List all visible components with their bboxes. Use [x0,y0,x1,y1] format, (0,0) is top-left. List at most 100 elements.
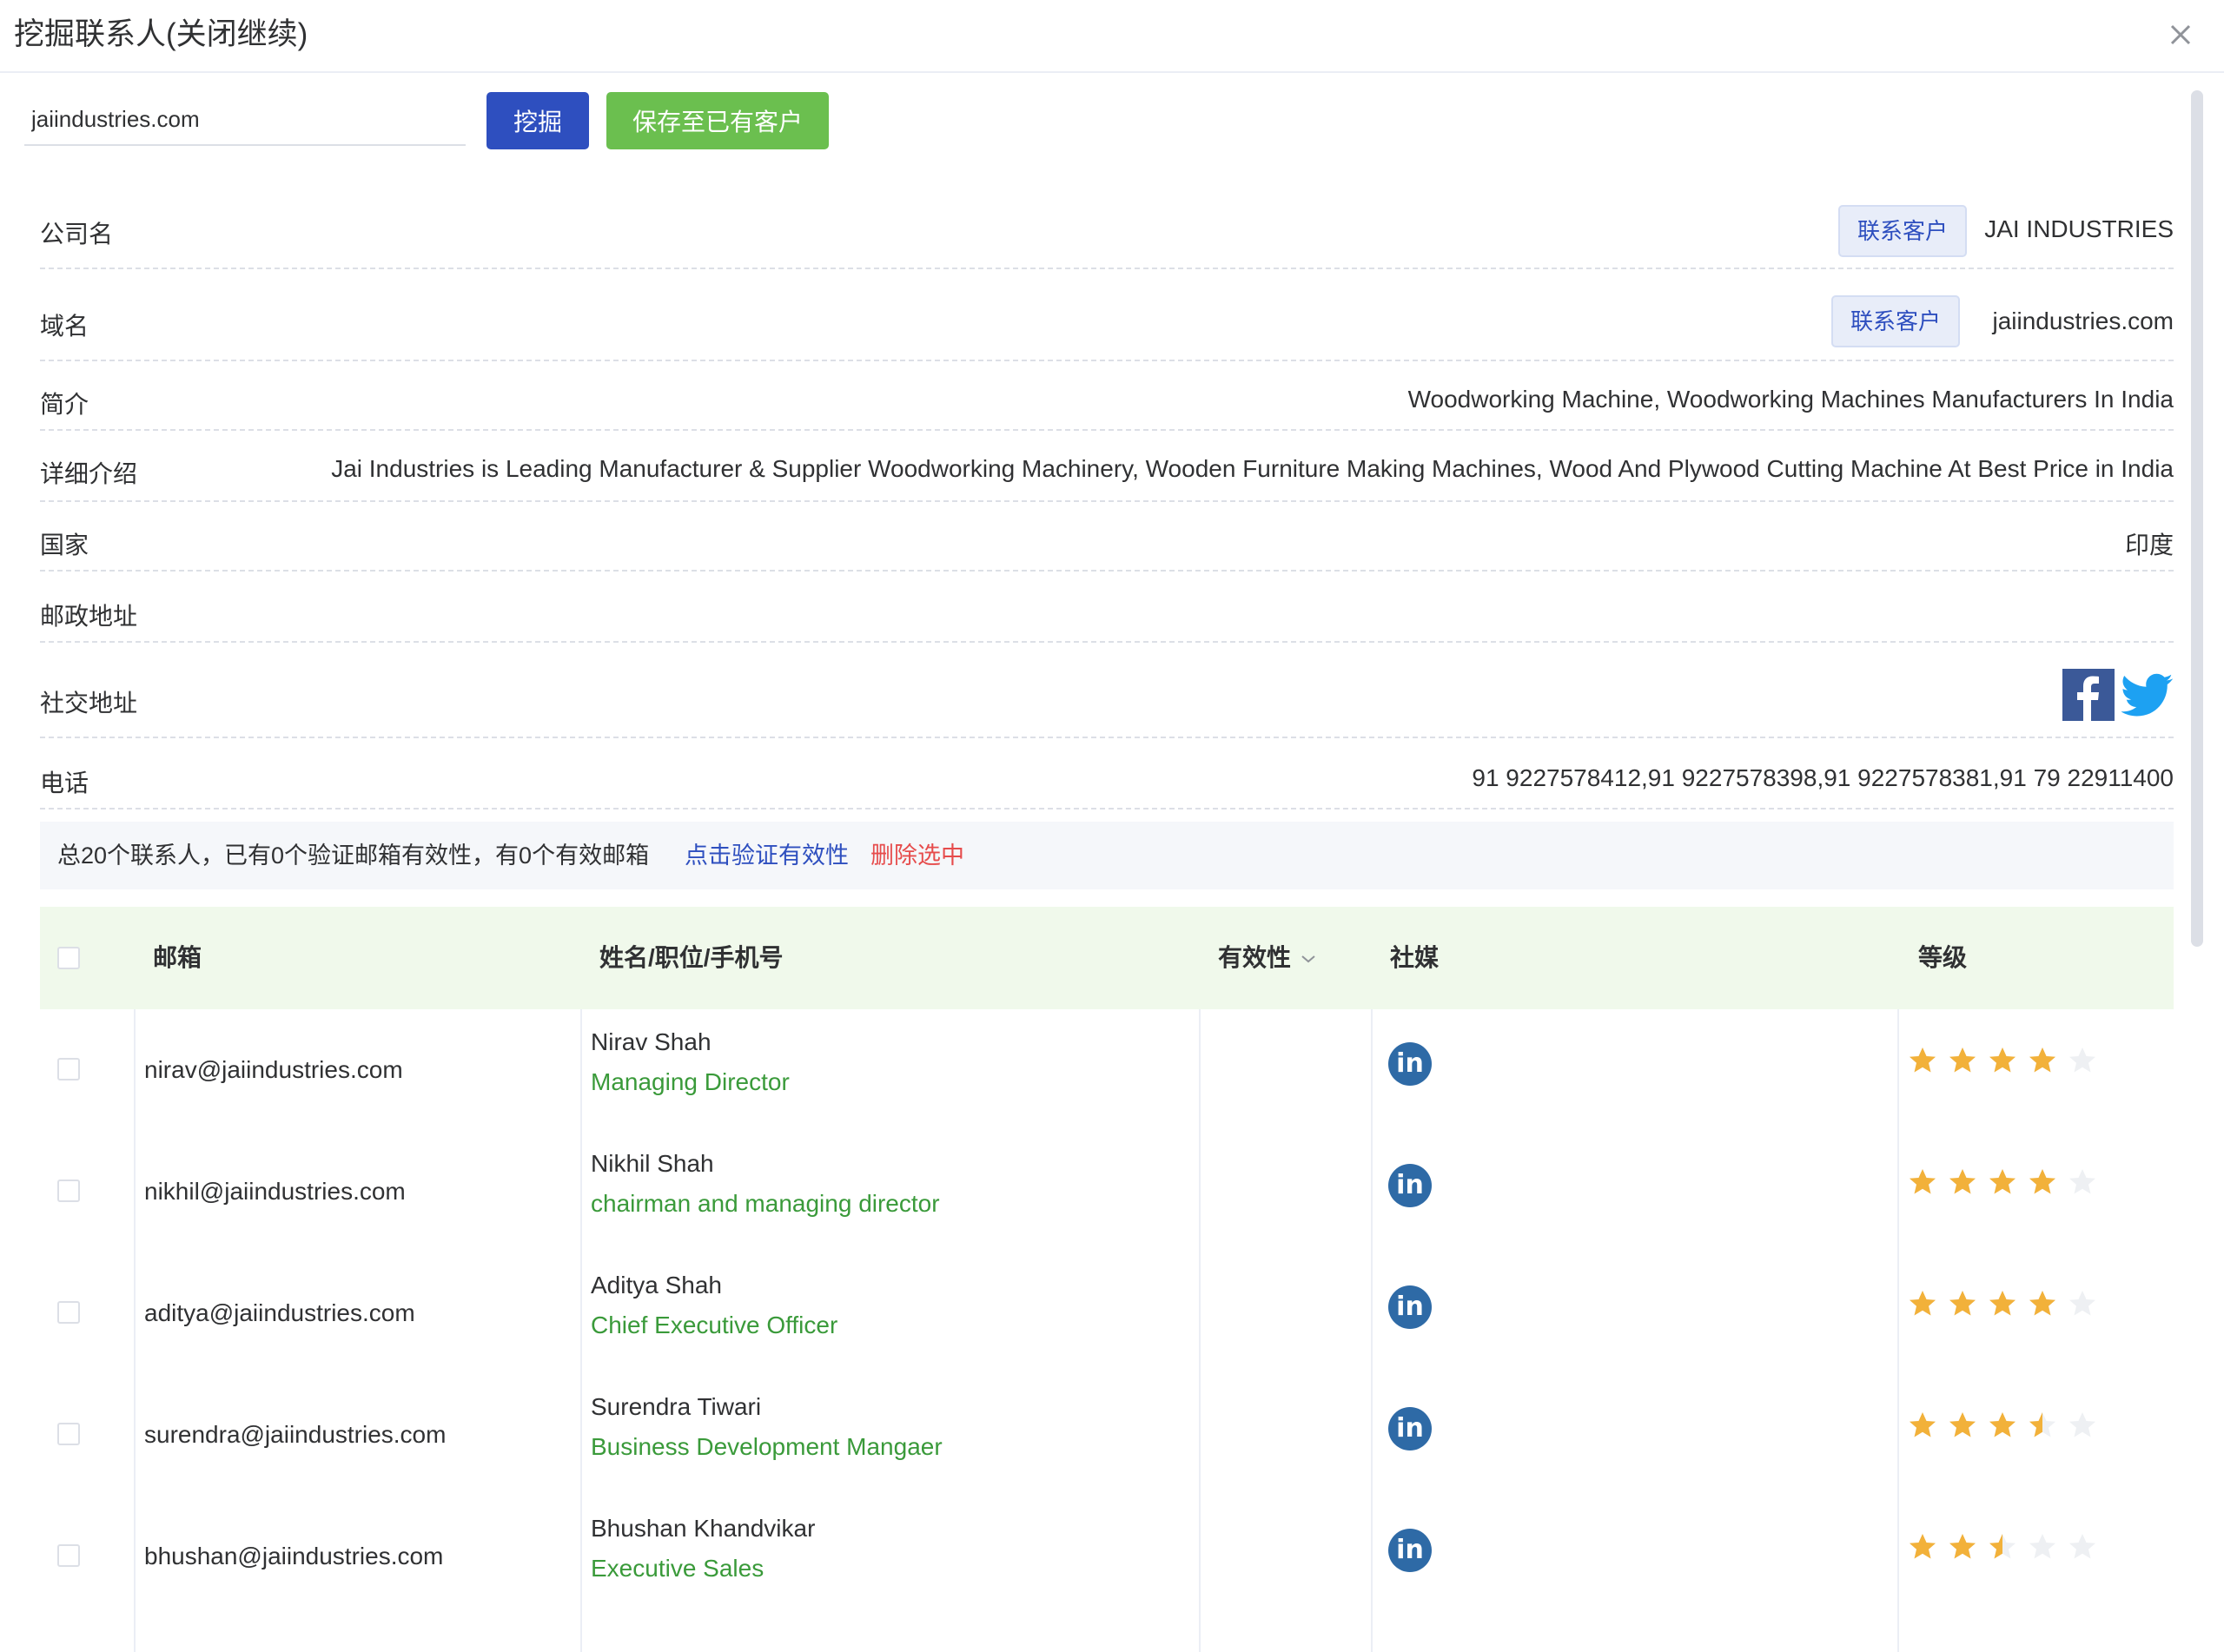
intro-row: 简介 Woodworking Machine, Woodworking Mach… [40,360,2174,431]
row-title: Executive Sales [591,1555,764,1582]
dialog-header: 挖掘联系人(关闭继续) [0,0,2224,73]
table-row: nikhil@jaiindustries.com Nikhil Shah cha… [40,1131,2174,1254]
row-name: Nikhil Shah [591,1150,714,1177]
star-icon [2029,1291,2055,1316]
star-icon [1989,1291,2016,1316]
row-email: nirav@jaiindustries.com [144,1056,403,1083]
star-icon [1910,1291,1936,1316]
star-icon [1989,1534,2016,1559]
header-name: 姓名/职位/手机号 [599,944,784,971]
postal-row: 邮政地址 [40,570,2174,643]
scrollbar[interactable] [2191,90,2203,947]
table-row-partial [40,1617,2174,1652]
row-email: bhushan@jaiindustries.com [144,1543,444,1569]
country-label: 国家 [40,532,89,558]
star-icon [2069,1291,2095,1316]
row-checkbox[interactable] [57,1301,80,1324]
save-to-customer-button[interactable]: 保存至已有客户 [606,92,829,149]
summary-text: 总20个联系人，已有0个验证邮箱有效性，有0个有效邮箱 [57,843,650,869]
row-name: Bhushan Khandvikar [591,1515,816,1542]
row-email: surendra@jaiindustries.com [144,1421,447,1448]
header-level: 等级 [1918,944,1968,971]
phone-value: 91 9227578412,91 9227578398,91 922757838… [1472,764,2174,791]
intro-label: 简介 [40,391,89,418]
star-icon [1910,1534,1936,1559]
domain-row: 域名 联系客户 jaiindustries.com [40,268,2174,361]
linkedin-icon[interactable]: in [1388,1529,1432,1572]
star-icon [1910,1169,1936,1194]
star-icon [1949,1169,1976,1194]
company-name-row: 公司名 联系客户 JAI INDUSTRIES [40,196,2174,269]
table-row: aditya@jaiindustries.com Aditya Shah Chi… [40,1252,2174,1376]
contacts-summary: 总20个联系人，已有0个验证邮箱有效性，有0个有效邮箱 点击验证有效性 删除选中 [40,822,2174,889]
linkedin-icon[interactable]: in [1388,1285,1432,1329]
header-validity[interactable]: 有效性 [1218,907,1291,1009]
phone-row: 电话 91 9227578412,91 9227578398,91 922757… [40,737,2174,809]
row-email: aditya@jaiindustries.com [144,1299,415,1326]
row-title: chairman and managing director [591,1190,940,1217]
row-title: Chief Executive Officer [591,1312,838,1338]
row-title: Business Development Mangaer [591,1433,943,1460]
linkedin-icon[interactable]: in [1388,1164,1432,1207]
star-icon [1949,1291,1976,1316]
table-row: surendra@jaiindustries.com Surendra Tiwa… [40,1374,2174,1497]
company-name-label: 公司名 [40,221,114,248]
row-checkbox[interactable] [57,1180,80,1202]
delete-selected-link[interactable]: 删除选中 [870,822,964,889]
row-checkbox[interactable] [57,1058,80,1080]
domain-input[interactable] [24,94,466,146]
detail-label: 详细介绍 [40,460,138,487]
facebook-icon[interactable] [2062,669,2115,721]
verify-link[interactable]: 点击验证有效性 [685,822,849,889]
header-social: 社媒 [1390,944,1440,971]
star-icon [2029,1534,2055,1559]
row-title: Managing Director [591,1068,790,1095]
table-header: 邮箱 姓名/职位/手机号 有效性 社媒 等级 [40,907,2174,1009]
intro-value: Woodworking Machine, Woodworking Machine… [1407,386,2174,413]
row-name: Nirav Shah [591,1028,712,1055]
star-icon [1949,1047,1976,1073]
linkedin-icon[interactable]: in [1388,1407,1432,1450]
star-icon [1989,1169,2016,1194]
star-icon [2069,1412,2095,1437]
star-icon [2029,1412,2055,1437]
star-icon [2029,1047,2055,1073]
postal-label: 邮政地址 [40,603,138,630]
dialog-title: 挖掘联系人(关闭继续) [14,17,308,51]
star-icon [1949,1412,1976,1437]
dig-button[interactable]: 挖掘 [486,92,589,149]
star-icon [2029,1169,2055,1194]
row-name: Aditya Shah [591,1272,722,1298]
row-checkbox[interactable] [57,1423,80,1445]
star-icon [1949,1534,1976,1559]
chevron-down-icon[interactable] [1300,950,1317,968]
star-icon [1989,1412,2016,1437]
detail-row: 详细介绍 Jai Industries is Leading Manufactu… [40,429,2174,502]
social-label: 社交地址 [40,690,138,717]
star-icon [2069,1169,2095,1194]
company-name-value: JAI INDUSTRIES [1984,215,2174,242]
close-icon[interactable] [2163,17,2198,52]
twitter-icon[interactable] [2121,669,2174,721]
domain-value: jaiindustries.com [1992,307,2174,334]
domain-contact-button[interactable]: 联系客户 [1831,295,1960,347]
row-checkbox[interactable] [57,1544,80,1567]
country-row: 国家 印度 [40,500,2174,572]
social-row: 社交地址 [40,641,2174,738]
table-row: nirav@jaiindustries.com Nirav Shah Manag… [40,1009,2174,1133]
table-row: bhushan@jaiindustries.com Bhushan Khandv… [40,1496,2174,1619]
row-email: nikhil@jaiindustries.com [144,1178,406,1205]
star-icon [2069,1047,2095,1073]
country-value: 印度 [2124,532,2174,558]
star-icon [2069,1534,2095,1559]
row-name: Surendra Tiwari [591,1393,762,1420]
star-icon [1910,1412,1936,1437]
star-icon [1989,1047,2016,1073]
detail-value: Jai Industries is Leading Manufacturer &… [331,455,2174,482]
phone-label: 电话 [40,770,89,796]
star-icon [1910,1047,1936,1073]
domain-label: 域名 [40,313,89,340]
company-contact-button[interactable]: 联系客户 [1838,205,1967,257]
linkedin-icon[interactable]: in [1388,1042,1432,1086]
select-all-checkbox[interactable] [57,947,80,969]
